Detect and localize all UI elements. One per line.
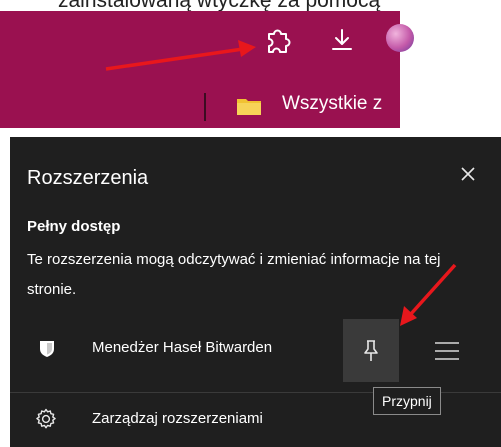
manage-extensions-label: Zarządzaj rozszerzeniami bbox=[92, 410, 263, 427]
close-icon bbox=[461, 167, 475, 181]
panel-title: Rozszerzenia bbox=[27, 167, 149, 189]
section-title: Pełny dostęp bbox=[27, 218, 121, 235]
bookmark-folder-all[interactable]: Wszystkie z bbox=[282, 93, 382, 115]
pin-button[interactable] bbox=[343, 319, 399, 382]
bitwarden-shield-icon bbox=[40, 341, 54, 357]
close-button[interactable] bbox=[453, 159, 483, 189]
pin-icon bbox=[364, 339, 378, 361]
gear-icon bbox=[36, 408, 56, 429]
bookmarks-separator bbox=[204, 93, 206, 121]
hamburger-menu-icon[interactable] bbox=[429, 337, 465, 365]
extension-name: Menedżer Haseł Bitwarden bbox=[92, 339, 273, 356]
section-description: Te rozszerzenia mogą odczytywać i zmieni… bbox=[27, 251, 441, 298]
pin-tooltip: Przypnij bbox=[373, 387, 441, 415]
profile-avatar[interactable] bbox=[386, 24, 414, 52]
puzzle-icon[interactable] bbox=[263, 26, 295, 56]
folder-icon bbox=[237, 99, 261, 115]
extension-row[interactable]: Menedżer Haseł Bitwarden bbox=[10, 319, 501, 383]
download-icon[interactable] bbox=[329, 27, 355, 53]
